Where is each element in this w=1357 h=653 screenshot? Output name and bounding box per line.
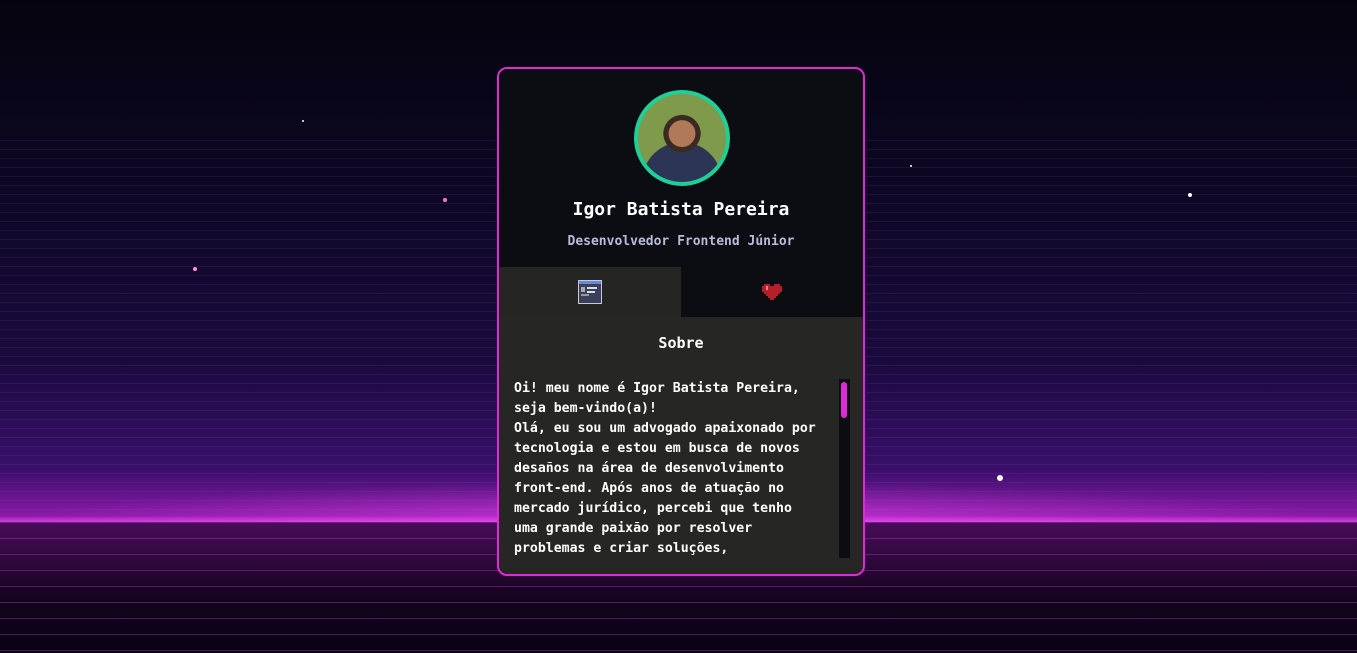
star	[193, 267, 197, 271]
heart-icon	[762, 284, 782, 300]
about-line: Olá, eu sou um advogado apaixonado por	[514, 421, 816, 436]
scrollbar-track[interactable]	[839, 379, 850, 558]
profile-card: Igor Batista Pereira Desenvolvedor Front…	[497, 67, 865, 576]
profile-name: Igor Batista Pereira	[572, 199, 790, 220]
about-line: seja bem-vindo(a)!	[514, 401, 657, 416]
profile-role: Desenvolvedor Frontend Júnior	[567, 234, 795, 249]
about-line: front-end. Após anos de atuação no	[514, 481, 784, 496]
about-text: Oi! meu nome é Igor Batista Pereira, sej…	[514, 379, 834, 559]
star	[910, 165, 912, 167]
about-line: Oi! meu nome é Igor Batista Pereira,	[514, 381, 800, 396]
about-window-icon	[578, 280, 602, 304]
about-line: tecnologia e estou em busca de novos	[514, 441, 800, 456]
about-line: problemas e criar soluções,	[514, 541, 729, 556]
star	[302, 120, 304, 122]
star	[1188, 193, 1192, 197]
tab-about[interactable]	[499, 267, 681, 317]
tab-favorites[interactable]	[681, 267, 863, 317]
star	[997, 475, 1003, 481]
scrollbar-thumb[interactable]	[841, 382, 847, 418]
star	[443, 198, 447, 202]
tab-bar	[499, 267, 863, 317]
card-header: Igor Batista Pereira Desenvolvedor Front…	[499, 69, 863, 267]
about-line: uma grande paixão por resolver	[514, 521, 753, 536]
about-panel: Sobre Oi! meu nome é Igor Batista Pereir…	[499, 317, 863, 574]
about-line: mercado jurídico, percebi que tenho	[514, 501, 792, 516]
avatar	[634, 90, 730, 186]
about-line: desaños na área de desenvolvimento	[514, 461, 784, 476]
about-title: Sobre	[658, 334, 704, 352]
